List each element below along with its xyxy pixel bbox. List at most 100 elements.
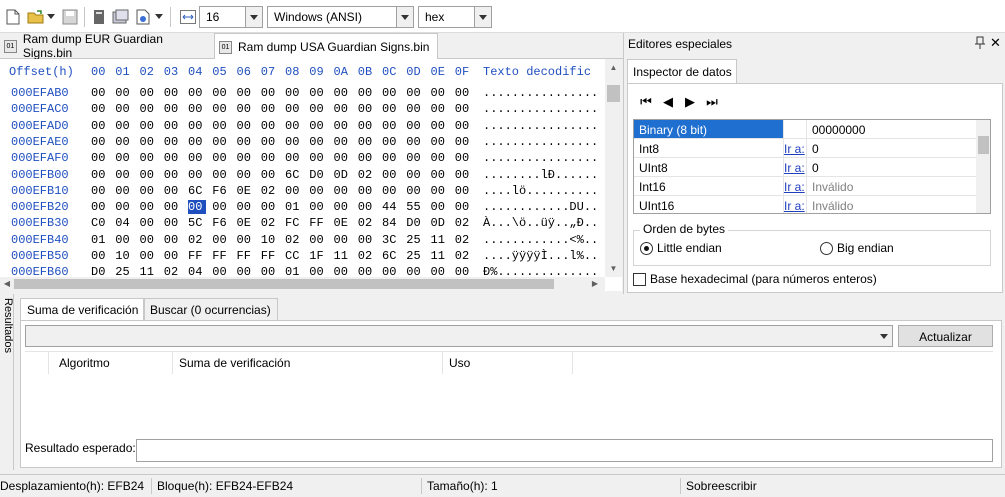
hex-byte[interactable]: FF: [261, 249, 279, 263]
last-icon[interactable]: ⏭: [704, 94, 720, 110]
hex-byte[interactable]: 00: [91, 119, 109, 133]
hex-byte[interactable]: 00: [237, 151, 255, 165]
hex-byte[interactable]: 00: [334, 86, 352, 100]
hex-byte[interactable]: 00: [358, 86, 376, 100]
hex-byte[interactable]: 00: [406, 135, 424, 149]
hex-byte[interactable]: 0E: [237, 184, 255, 198]
hex-byte[interactable]: 00: [455, 102, 473, 116]
hex-byte[interactable]: 00: [140, 151, 158, 165]
hex-byte[interactable]: 00: [431, 184, 449, 198]
hex-byte[interactable]: 00: [115, 135, 133, 149]
hex-byte[interactable]: 00: [406, 102, 424, 116]
hex-byte[interactable]: FF: [309, 216, 327, 230]
hex-byte[interactable]: 00: [455, 86, 473, 100]
hex-byte[interactable]: 00: [309, 86, 327, 100]
row-text[interactable]: ............<%..: [483, 233, 598, 247]
hex-byte[interactable]: 00: [115, 151, 133, 165]
row-text[interactable]: ............DU..: [483, 200, 598, 214]
hex-byte[interactable]: 02: [455, 233, 473, 247]
hex-byte[interactable]: 00: [237, 135, 255, 149]
hex-byte[interactable]: 00: [91, 86, 109, 100]
hex-byte[interactable]: 01: [91, 233, 109, 247]
hex-byte[interactable]: 01: [285, 200, 303, 214]
hex-byte[interactable]: 00: [140, 216, 158, 230]
hex-byte[interactable]: 00: [237, 168, 255, 182]
hex-byte[interactable]: 0D: [431, 216, 449, 230]
row-text[interactable]: ................: [483, 119, 598, 133]
hex-byte[interactable]: 10: [261, 233, 279, 247]
hex-byte[interactable]: 1F: [309, 249, 327, 263]
hex-byte[interactable]: C0: [91, 216, 109, 230]
hex-byte[interactable]: 0D: [334, 168, 352, 182]
hex-byte[interactable]: 00: [237, 200, 255, 214]
info-icon[interactable]: [136, 7, 150, 27]
hex-byte[interactable]: 00: [91, 184, 109, 198]
row-text[interactable]: ................: [483, 135, 598, 149]
hex-byte[interactable]: 00: [406, 184, 424, 198]
hex-byte[interactable]: 84: [382, 216, 400, 230]
hex-byte[interactable]: 00: [164, 233, 182, 247]
scroll-down-icon[interactable]: ▼: [605, 260, 622, 277]
hex-byte[interactable]: 00: [261, 119, 279, 133]
scroll-thumb[interactable]: [978, 136, 989, 154]
hex-byte[interactable]: 00: [455, 168, 473, 182]
hex-byte[interactable]: 00: [358, 119, 376, 133]
goto-link[interactable]: Ir a:: [784, 177, 806, 195]
hex-byte[interactable]: 00: [431, 119, 449, 133]
hex-byte[interactable]: 00: [285, 184, 303, 198]
hex-byte[interactable]: 00: [164, 86, 182, 100]
goto-link[interactable]: Ir a:: [784, 196, 806, 213]
inspector-row[interactable]: Binary (8 bit) 00000000: [634, 120, 976, 139]
hex-byte[interactable]: 00: [237, 102, 255, 116]
grid-scrollbar[interactable]: [976, 120, 990, 213]
hex-byte[interactable]: 00: [431, 86, 449, 100]
hex-byte[interactable]: 00: [431, 135, 449, 149]
scroll-thumb[interactable]: [14, 279, 554, 289]
goto-link[interactable]: [784, 120, 806, 138]
hex-byte[interactable]: 3C: [382, 233, 400, 247]
inspector-row[interactable]: Int8 Ir a: 0: [634, 139, 976, 158]
hex-byte[interactable]: 55: [406, 200, 424, 214]
hex-byte[interactable]: 00: [334, 233, 352, 247]
new-file-icon[interactable]: [6, 7, 20, 27]
hex-byte[interactable]: 00: [164, 184, 182, 198]
hex-byte[interactable]: 00: [188, 86, 206, 100]
hex-byte[interactable]: 02: [358, 249, 376, 263]
inspector-row[interactable]: UInt8 Ir a: 0: [634, 158, 976, 177]
hex-byte[interactable]: 00: [431, 168, 449, 182]
hex-byte[interactable]: FF: [212, 249, 230, 263]
hex-byte[interactable]: 00: [309, 102, 327, 116]
hex-byte[interactable]: 11: [431, 233, 449, 247]
open-folder-icon[interactable]: [27, 7, 45, 27]
hex-byte[interactable]: 00: [382, 86, 400, 100]
hex-byte[interactable]: 00: [91, 135, 109, 149]
hex-byte[interactable]: 00: [140, 119, 158, 133]
hex-byte[interactable]: 00: [164, 216, 182, 230]
bytes-per-row-select[interactable]: 16: [199, 6, 263, 28]
hex-byte[interactable]: 02: [261, 216, 279, 230]
hex-byte[interactable]: FF: [237, 249, 255, 263]
hex-byte[interactable]: 00: [212, 200, 230, 214]
display-mode-select[interactable]: hex: [418, 6, 492, 28]
hex-byte[interactable]: 00: [406, 86, 424, 100]
scroll-left-icon[interactable]: ◀: [0, 277, 14, 291]
hex-byte[interactable]: 00: [358, 135, 376, 149]
hex-byte[interactable]: 00: [237, 86, 255, 100]
hex-byte[interactable]: 00: [382, 151, 400, 165]
hex-byte[interactable]: 00: [455, 184, 473, 198]
hex-byte[interactable]: 00: [455, 200, 473, 214]
hex-byte[interactable]: 02: [358, 216, 376, 230]
hex-byte[interactable]: 11: [431, 249, 449, 263]
inspector-row[interactable]: Int16 Ir a: Inválido: [634, 177, 976, 196]
inspector-row[interactable]: UInt16 Ir a: Inválido: [634, 196, 976, 213]
row-text[interactable]: ....lö..........: [483, 184, 598, 198]
row-text[interactable]: ................: [483, 151, 598, 165]
hex-byte[interactable]: 44: [382, 200, 400, 214]
hex-byte[interactable]: 00: [309, 135, 327, 149]
tab-usa-dump[interactable]: 01 Ram dump USA Guardian Signs.bin: [214, 33, 438, 60]
little-endian-radio[interactable]: Little endian: [640, 241, 722, 255]
hex-byte[interactable]: 00: [382, 119, 400, 133]
row-text[interactable]: ................: [483, 86, 598, 100]
hex-byte[interactable]: 6C: [188, 184, 206, 198]
row-text[interactable]: ....ÿÿÿÿÌ...l%..: [483, 249, 598, 263]
